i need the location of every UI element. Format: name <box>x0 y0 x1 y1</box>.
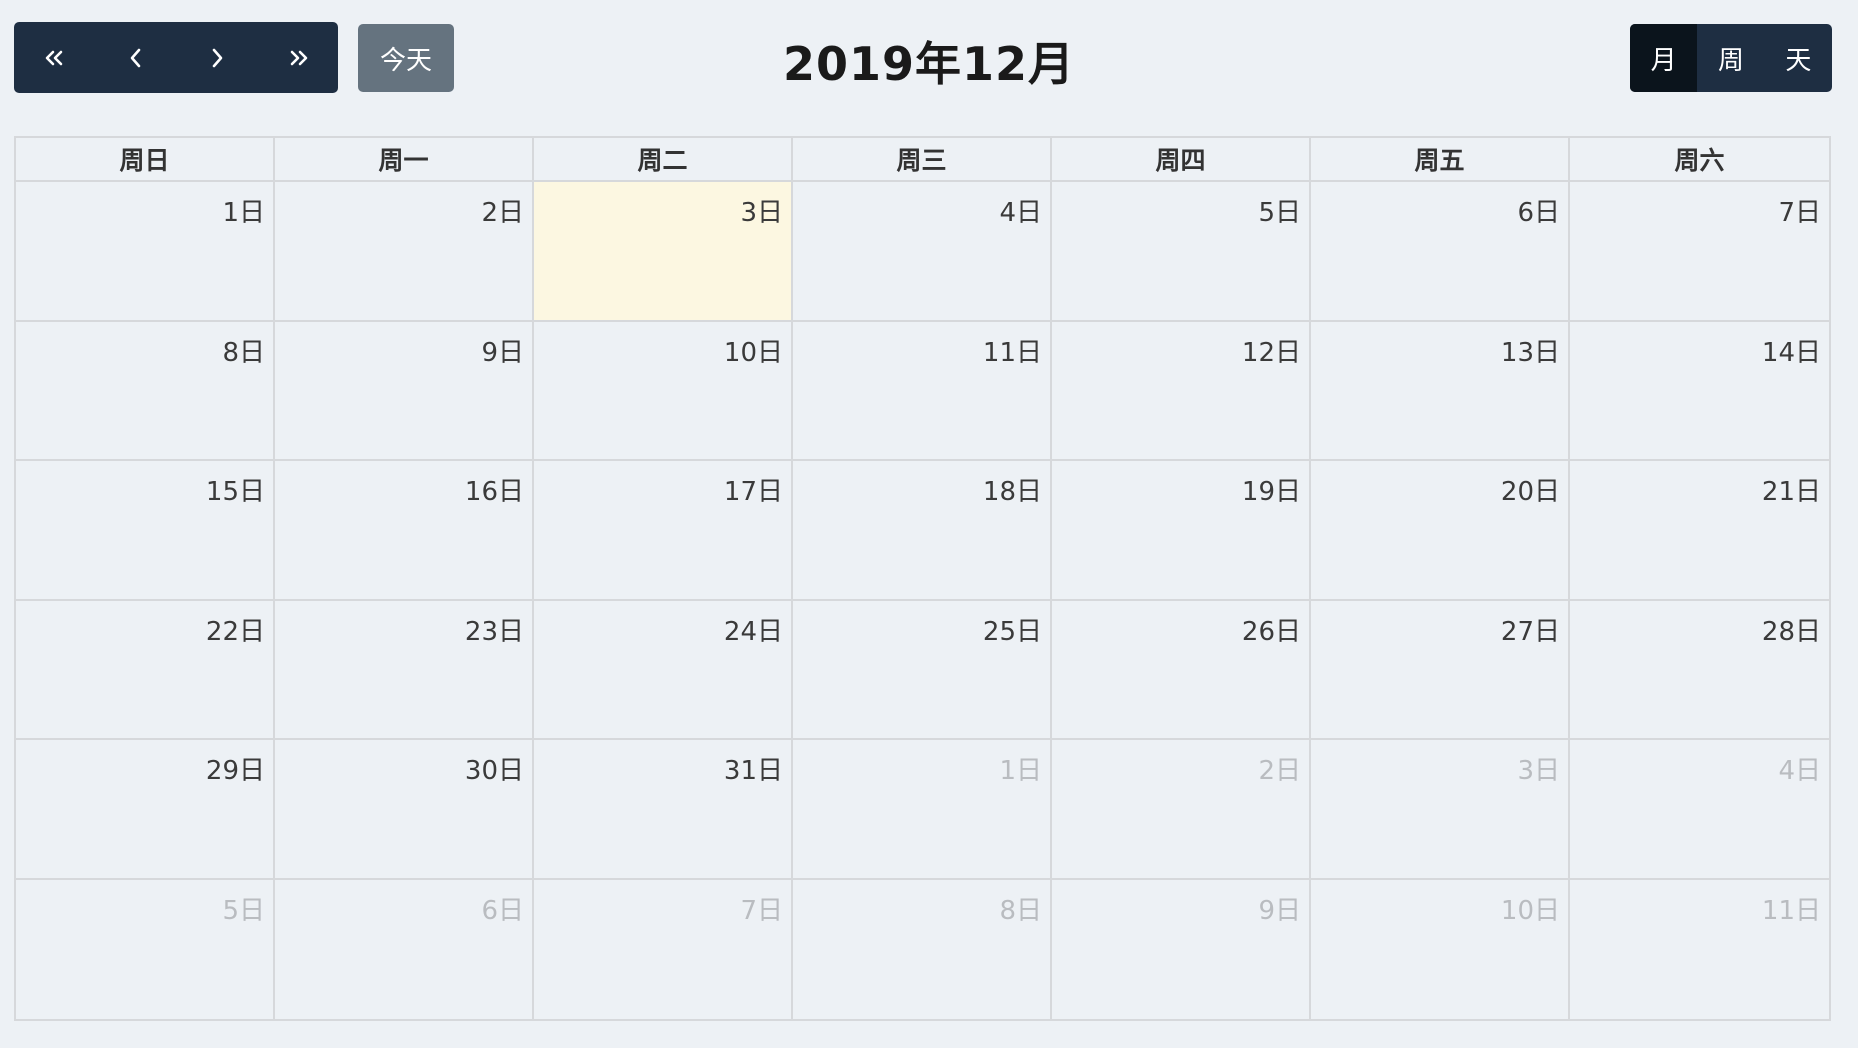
day-number: 30日 <box>464 756 524 786</box>
calendar-title: 2019年12月 <box>782 37 1076 91</box>
day-cell-other-month[interactable]: 2日 <box>1052 740 1311 880</box>
day-cell[interactable]: 10日 <box>534 321 793 461</box>
day-number: 2日 <box>1258 756 1301 786</box>
weekday-header: 周三 <box>793 138 1052 182</box>
day-cell[interactable]: 1日 <box>16 182 275 322</box>
view-day-button[interactable]: 天 <box>1765 24 1832 92</box>
day-cell[interactable]: 2日 <box>275 182 534 322</box>
day-number: 3日 <box>740 198 783 228</box>
view-switcher: 月 周 天 <box>1630 24 1832 92</box>
day-number: 21日 <box>1761 477 1821 507</box>
day-number: 1日 <box>999 756 1042 786</box>
day-number: 28日 <box>1761 616 1821 647</box>
day-cell-other-month[interactable]: 7日 <box>534 879 793 1019</box>
day-number: 7日 <box>1778 198 1821 228</box>
day-cell-other-month[interactable]: 10日 <box>1311 879 1570 1019</box>
day-cell[interactable]: 9日 <box>275 321 534 461</box>
day-cell[interactable]: 6日 <box>1311 182 1570 322</box>
day-cell[interactable]: 15日 <box>16 461 275 601</box>
day-cell[interactable]: 31日 <box>534 740 793 880</box>
day-cell[interactable]: 30日 <box>275 740 534 880</box>
day-cell[interactable]: 17日 <box>534 461 793 601</box>
weekday-header: 周六 <box>1570 138 1829 182</box>
day-cell[interactable]: 7日 <box>1570 182 1829 322</box>
weekday-header: 周一 <box>275 138 534 182</box>
day-cell-other-month[interactable]: 5日 <box>16 879 275 1019</box>
day-number: 9日 <box>1258 895 1301 926</box>
day-number: 15日 <box>205 477 265 507</box>
day-cell[interactable]: 20日 <box>1311 461 1570 601</box>
day-cell[interactable]: 24日 <box>534 600 793 740</box>
day-number: 6日 <box>1517 198 1560 228</box>
day-number: 23日 <box>464 616 524 647</box>
view-month-button[interactable]: 月 <box>1630 24 1698 92</box>
day-cell-other-month[interactable]: 11日 <box>1570 880 1829 1020</box>
day-cell[interactable]: 27日 <box>1311 600 1570 740</box>
day-cell[interactable]: 29日 <box>16 740 275 880</box>
day-number: 17日 <box>723 477 783 507</box>
day-cell[interactable]: 8日 <box>16 321 275 461</box>
day-number: 13日 <box>1500 337 1560 368</box>
day-number: 4日 <box>999 198 1042 228</box>
day-number: 3日 <box>1517 756 1560 786</box>
day-cell[interactable]: 11日 <box>793 321 1052 461</box>
day-cell[interactable]: 13日 <box>1311 321 1570 461</box>
day-number: 2日 <box>481 198 524 228</box>
weekday-header: 周二 <box>534 138 793 182</box>
day-number: 5日 <box>1258 198 1301 228</box>
day-cell-other-month[interactable]: 8日 <box>793 879 1052 1019</box>
day-number: 10日 <box>1500 895 1560 926</box>
day-number: 29日 <box>205 756 265 786</box>
day-number: 11日 <box>982 337 1042 368</box>
day-number: 10日 <box>723 337 783 368</box>
day-cell-other-month[interactable]: 4日 <box>1570 740 1829 880</box>
day-number: 8日 <box>222 337 265 368</box>
day-number: 14日 <box>1761 337 1821 368</box>
weekday-header: 周日 <box>16 138 275 182</box>
day-cell[interactable]: 18日 <box>793 461 1052 601</box>
day-number: 7日 <box>740 895 783 926</box>
day-number: 31日 <box>723 756 783 786</box>
day-number: 26日 <box>1241 616 1301 647</box>
day-cell[interactable]: 28日 <box>1570 601 1829 740</box>
day-cell-other-month[interactable]: 6日 <box>275 879 534 1019</box>
day-number: 24日 <box>723 616 783 647</box>
day-cell-other-month[interactable]: 1日 <box>793 740 1052 880</box>
day-cell-today[interactable]: 3日 <box>534 182 793 322</box>
view-week-button[interactable]: 周 <box>1697 24 1764 92</box>
day-number: 22日 <box>205 616 265 647</box>
day-cell[interactable]: 5日 <box>1052 182 1311 322</box>
day-cell[interactable]: 22日 <box>16 600 275 740</box>
day-number: 20日 <box>1500 477 1560 507</box>
day-cell[interactable]: 23日 <box>275 600 534 740</box>
day-cell[interactable]: 4日 <box>793 182 1052 322</box>
day-cell[interactable]: 26日 <box>1052 600 1311 740</box>
day-number: 9日 <box>481 337 524 368</box>
day-cell-other-month[interactable]: 9日 <box>1052 879 1311 1019</box>
day-cell[interactable]: 19日 <box>1052 461 1311 601</box>
day-number: 27日 <box>1500 616 1560 647</box>
weekday-header: 周五 <box>1311 138 1570 182</box>
day-cell-other-month[interactable]: 3日 <box>1311 740 1570 880</box>
calendar-toolbar: 今天 2019年12月 月 周 天 <box>0 0 1858 110</box>
day-cell[interactable]: 12日 <box>1052 321 1311 461</box>
day-number: 4日 <box>1778 756 1821 786</box>
day-number: 19日 <box>1241 477 1301 507</box>
day-number: 5日 <box>222 895 265 926</box>
day-cell[interactable]: 14日 <box>1570 322 1829 461</box>
day-number: 12日 <box>1241 337 1301 368</box>
day-number: 16日 <box>464 477 524 507</box>
day-number: 8日 <box>999 895 1042 926</box>
day-number: 1日 <box>222 198 265 228</box>
day-cell[interactable]: 21日 <box>1570 461 1829 601</box>
day-number: 6日 <box>481 895 524 926</box>
day-cell[interactable]: 16日 <box>275 461 534 601</box>
day-number: 25日 <box>982 616 1042 647</box>
day-number: 18日 <box>982 477 1042 507</box>
day-number: 11日 <box>1761 895 1821 926</box>
weekday-header: 周四 <box>1052 138 1311 182</box>
month-calendar-grid: 周日 周一 周二 周三 周四 周五 周六 1日 2日 3日 4日 5日 6日 7日 8日 9日 1… <box>14 136 1831 1021</box>
day-cell[interactable]: 25日 <box>793 600 1052 740</box>
